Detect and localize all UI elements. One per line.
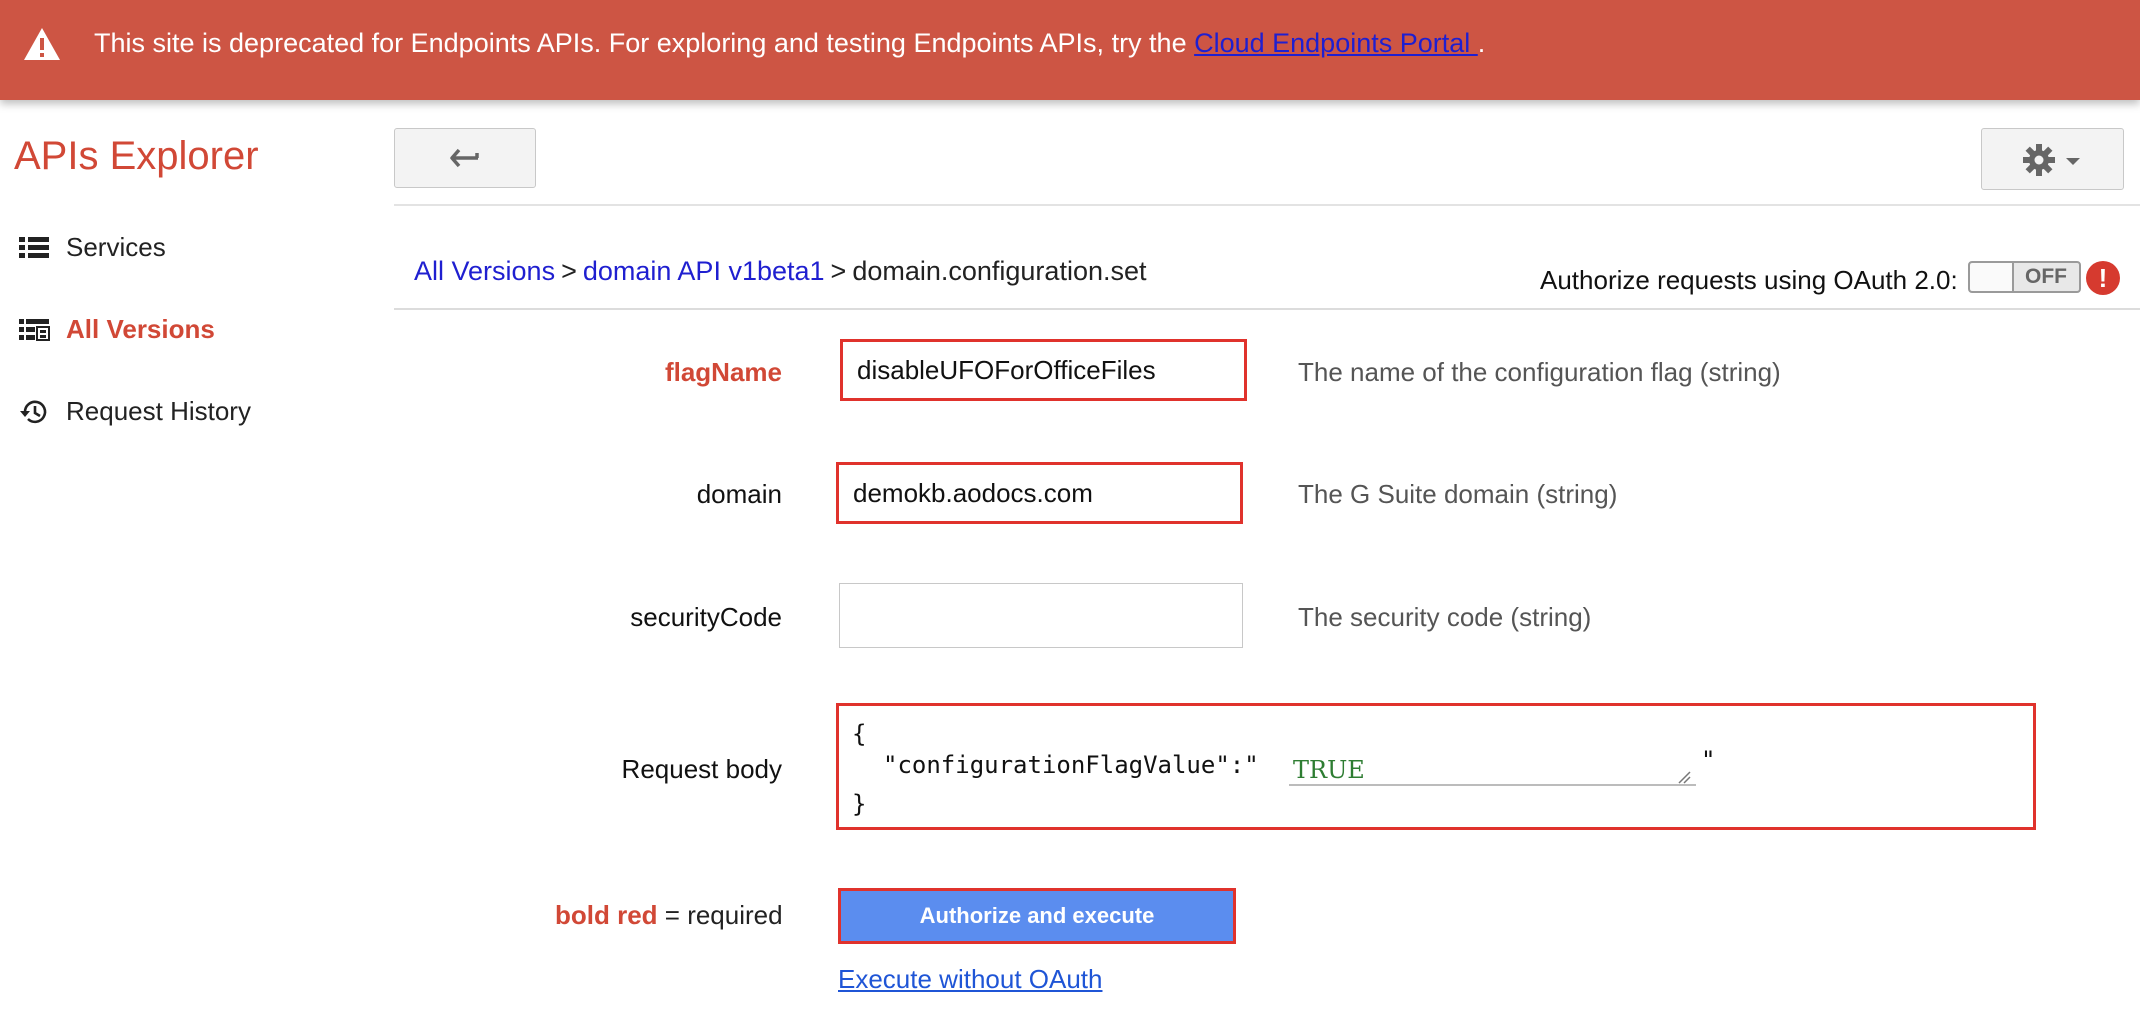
- legend-bold-red: bold red: [555, 900, 658, 930]
- open-brace: {: [852, 720, 867, 748]
- history-icon: [20, 400, 47, 424]
- securitycode-input[interactable]: [839, 583, 1243, 648]
- toggle-state: OFF: [2025, 265, 2067, 288]
- oauth-label: Authorize requests using OAuth 2.0:: [1540, 265, 1958, 295]
- banner-message: This site is deprecated for Endpoints AP…: [94, 28, 1485, 59]
- banner-suffix: .: [1477, 28, 1486, 58]
- close-brace: }: [852, 790, 867, 818]
- domain-label: domain: [696, 479, 782, 509]
- breadcrumb: All Versions > domain API v1beta1 > domain.c…: [414, 256, 1147, 287]
- configuration-flag-value-input[interactable]: [1289, 752, 1696, 786]
- deprecation-banner: This site is deprecated for Endpoints AP…: [0, 0, 2140, 100]
- securitycode-description: The security code (string): [1298, 602, 1592, 632]
- settings-button[interactable]: [1981, 128, 2124, 190]
- breadcrumb-separator: >: [830, 256, 847, 286]
- flagname-label: flagName: [664, 357, 782, 387]
- securitycode-label: securityCode: [630, 602, 782, 632]
- breadcrumb-current: domain.configuration.set: [852, 256, 1147, 286]
- chevron-down-icon: [2066, 158, 2080, 165]
- required-legend: bold red = required: [555, 900, 783, 931]
- exclamation-icon[interactable]: !: [2086, 261, 2120, 295]
- app-title[interactable]: APIs Explorer: [14, 134, 259, 179]
- request-body-editor: { "configurationFlagValue":" " }: [836, 703, 2036, 830]
- sidebar-item-label: Services: [66, 232, 166, 262]
- authorize-and-execute-button[interactable]: Authorize and execute: [838, 888, 1236, 944]
- resize-handle-icon[interactable]: [1677, 770, 1691, 784]
- domain-description: The G Suite domain (string): [1298, 479, 1618, 509]
- request-body-label: Request body: [621, 754, 782, 784]
- arrow-back-icon: [450, 148, 479, 168]
- breadcrumb-domain-api[interactable]: domain API v1beta1: [583, 256, 825, 286]
- body-close-quote: ": [1701, 746, 1716, 774]
- header-divider: [394, 204, 2140, 206]
- breadcrumb-divider: [394, 308, 2140, 310]
- legend-rest: = required: [657, 900, 783, 930]
- execute-without-oauth-link[interactable]: Execute without OAuth: [838, 964, 1102, 995]
- body-key: "configurationFlagValue":": [883, 751, 1259, 779]
- flagname-description: The name of the configuration flag (stri…: [1298, 357, 1781, 387]
- sidebar-item-label: All Versions: [66, 314, 215, 344]
- flagname-input[interactable]: [840, 339, 1247, 401]
- sidebar-item-label: Request History: [66, 396, 251, 426]
- versions-icon: [19, 319, 50, 341]
- breadcrumb-separator: >: [561, 256, 577, 286]
- domain-input[interactable]: [836, 462, 1243, 524]
- back-button[interactable]: [394, 128, 536, 188]
- warning-triangle-icon: [24, 28, 60, 60]
- oauth-toggle[interactable]: OFF: [1968, 261, 2081, 293]
- cloud-endpoints-portal-link[interactable]: Cloud Endpoints Portal: [1194, 28, 1478, 58]
- banner-text: This site is deprecated for Endpoints AP…: [94, 28, 1195, 58]
- list-icon: [19, 237, 49, 258]
- gear-icon: [2023, 144, 2055, 176]
- toggle-knob: [1970, 263, 2014, 291]
- breadcrumb-all-versions[interactable]: All Versions: [414, 256, 555, 286]
